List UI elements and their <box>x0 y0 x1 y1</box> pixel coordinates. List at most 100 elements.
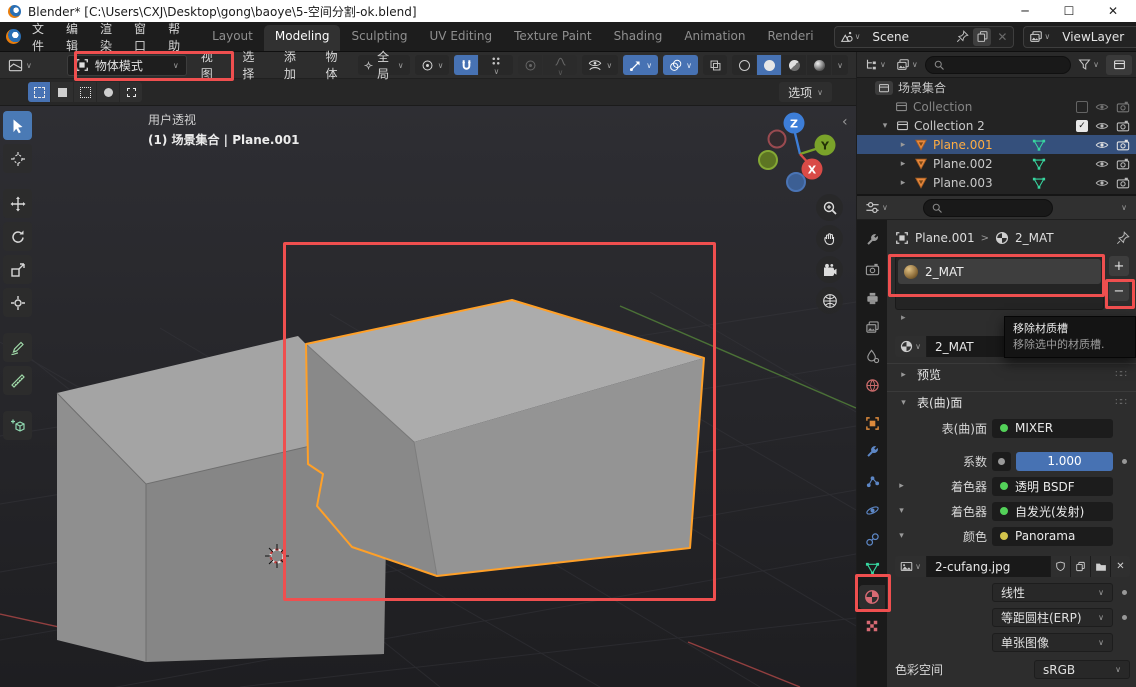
add-slot-button[interactable]: + <box>1109 256 1129 276</box>
perspective-toggle-button[interactable] <box>816 287 843 314</box>
tab-view-layer[interactable] <box>859 315 885 339</box>
tool-add-cube[interactable] <box>3 411 32 440</box>
mesh-plane-001-selected[interactable] <box>306 300 704 576</box>
eye-icon[interactable] <box>1095 100 1109 114</box>
outliner-row-plane002[interactable]: ▸ Plane.002 <box>857 154 1136 173</box>
panel-surface[interactable]: ▾ 表(曲)面 ∷∷ <box>887 391 1136 413</box>
shading-material-button[interactable] <box>782 55 806 75</box>
shading-dropdown[interactable]: ∨ <box>832 55 848 75</box>
axis-neg-x[interactable] <box>769 131 786 148</box>
expanded-icon[interactable]: ▾ <box>895 506 908 516</box>
select-new-button[interactable] <box>28 82 50 102</box>
expand-icon[interactable]: ▸ <box>897 178 909 188</box>
proportional-falloff-dropdown[interactable]: ∨ <box>543 55 577 75</box>
outliner-display-mode-button[interactable]: ∨ <box>893 56 921 74</box>
snap-toggle-button[interactable] <box>454 55 478 75</box>
tab-shading[interactable]: Shading <box>603 25 674 51</box>
tab-render[interactable] <box>859 257 885 281</box>
tab-texture[interactable] <box>859 614 885 638</box>
tool-move[interactable] <box>3 189 32 218</box>
tab-rendering[interactable]: Renderi <box>757 25 825 51</box>
proportional-edit-button[interactable] <box>518 55 542 75</box>
editor-type-button[interactable]: ∨ <box>4 56 36 75</box>
breadcrumb-material[interactable]: 2_MAT <box>1015 231 1054 245</box>
shader1-field[interactable]: 透明 BSDF <box>992 477 1113 496</box>
eye-icon[interactable] <box>1095 176 1109 190</box>
image-unlink-button[interactable]: ✕ <box>1110 556 1130 577</box>
menu-edit[interactable]: 编辑 <box>55 20 89 54</box>
options-dropdown[interactable]: 选项 ∨ <box>779 82 832 102</box>
surface-shader-field[interactable]: MIXER <box>992 419 1113 438</box>
tab-output[interactable] <box>859 286 885 310</box>
tab-world[interactable] <box>859 373 885 397</box>
factor-socket-button[interactable] <box>992 452 1011 471</box>
eye-icon[interactable] <box>1095 157 1109 171</box>
material-slot-list[interactable]: 2_MAT <box>895 256 1104 310</box>
tab-scene[interactable] <box>859 344 885 368</box>
exclude-checkbox[interactable]: ✓ <box>1076 120 1088 132</box>
image-open-button[interactable] <box>1090 556 1110 577</box>
menu-select[interactable]: 选择 <box>233 48 270 82</box>
camera-icon[interactable] <box>1116 176 1130 190</box>
outliner-row-plane001[interactable]: ▸ Plane.001 <box>857 135 1136 154</box>
eye-icon[interactable] <box>1095 138 1109 152</box>
scene-name[interactable]: Scene <box>865 30 951 44</box>
remove-slot-button[interactable]: − <box>1109 281 1129 301</box>
snap-target-dropdown[interactable]: ∨ <box>479 55 513 75</box>
color-field[interactable]: Panorama <box>992 527 1113 546</box>
new-collection-button[interactable] <box>1106 55 1132 75</box>
tool-annotate[interactable] <box>3 333 32 362</box>
outliner-row-collection[interactable]: Collection <box>857 97 1136 116</box>
tool-transform[interactable] <box>3 288 32 317</box>
camera-icon[interactable] <box>1116 100 1130 114</box>
exclude-checkbox[interactable] <box>1076 101 1088 113</box>
shading-wireframe-button[interactable] <box>732 55 756 75</box>
scene-pin-button[interactable] <box>953 28 971 46</box>
mode-dropdown[interactable]: 物体模式 ∨ <box>67 55 187 76</box>
select-extend-button[interactable] <box>51 82 73 102</box>
scene-delete-button[interactable]: ✕ <box>993 28 1011 46</box>
shader2-field[interactable]: 自发光(发射) <box>992 502 1113 521</box>
drag-dots-icon[interactable]: ∷∷ <box>1115 369 1126 380</box>
menu-window[interactable]: 窗口 <box>123 20 157 54</box>
drag-dots-icon[interactable]: ∷∷ <box>1115 397 1126 408</box>
select-intersect-button[interactable] <box>120 82 142 102</box>
tab-tool[interactable] <box>859 228 885 252</box>
tab-uv-editing[interactable]: UV Editing <box>419 25 504 51</box>
animate-dot-icon[interactable] <box>1122 615 1127 620</box>
interpolation-dropdown[interactable]: 线性∨ <box>992 583 1113 602</box>
tool-scale[interactable] <box>3 255 32 284</box>
minimize-button[interactable]: ─ <box>1018 4 1032 18</box>
tab-physics[interactable] <box>859 498 885 522</box>
tool-select-box[interactable] <box>3 111 32 140</box>
blender-menu-icon[interactable] <box>6 29 21 44</box>
menu-file[interactable]: 文件 <box>21 20 55 54</box>
image-name-field[interactable]: 2-cufang.jpg <box>927 556 1050 577</box>
pin-id-button[interactable] <box>1116 231 1130 245</box>
viewlayer-browse-button[interactable]: ∨ <box>1026 30 1053 44</box>
visibility-dropdown[interactable]: ∨ <box>582 55 618 75</box>
animate-dot-icon[interactable] <box>1122 459 1127 464</box>
colorspace-dropdown[interactable]: sRGB∨ <box>1034 660 1130 679</box>
tab-modifiers[interactable] <box>859 440 885 464</box>
expanded-icon[interactable]: ▾ <box>895 531 908 541</box>
tab-object-data[interactable] <box>859 556 885 580</box>
pivot-dropdown[interactable]: ∨ <box>415 55 450 75</box>
viewport-canvas[interactable]: 用户透视 (1) 场景集合 | Plane.001 <box>0 106 856 687</box>
outliner-editor-type-button[interactable]: ∨ <box>861 56 889 74</box>
browse-material-button[interactable]: ∨ <box>895 336 927 357</box>
eye-icon[interactable] <box>1095 119 1109 133</box>
image-fake-user-button[interactable] <box>1050 556 1070 577</box>
axis-neg-y[interactable] <box>759 151 777 169</box>
tool-rotate[interactable] <box>3 222 32 251</box>
xray-toggle-button[interactable] <box>703 55 727 75</box>
menu-help[interactable]: 帮助 <box>157 20 191 54</box>
source-dropdown[interactable]: 单张图像∨ <box>992 633 1113 652</box>
expand-icon[interactable]: ▸ <box>897 159 909 169</box>
tab-constraints[interactable] <box>859 527 885 551</box>
pan-button[interactable] <box>816 225 843 252</box>
camera-icon[interactable] <box>1116 119 1130 133</box>
overlays-dropdown[interactable]: ∨ <box>663 55 698 75</box>
browse-image-button[interactable]: ∨ <box>895 556 927 577</box>
image-new-button[interactable] <box>1070 556 1090 577</box>
